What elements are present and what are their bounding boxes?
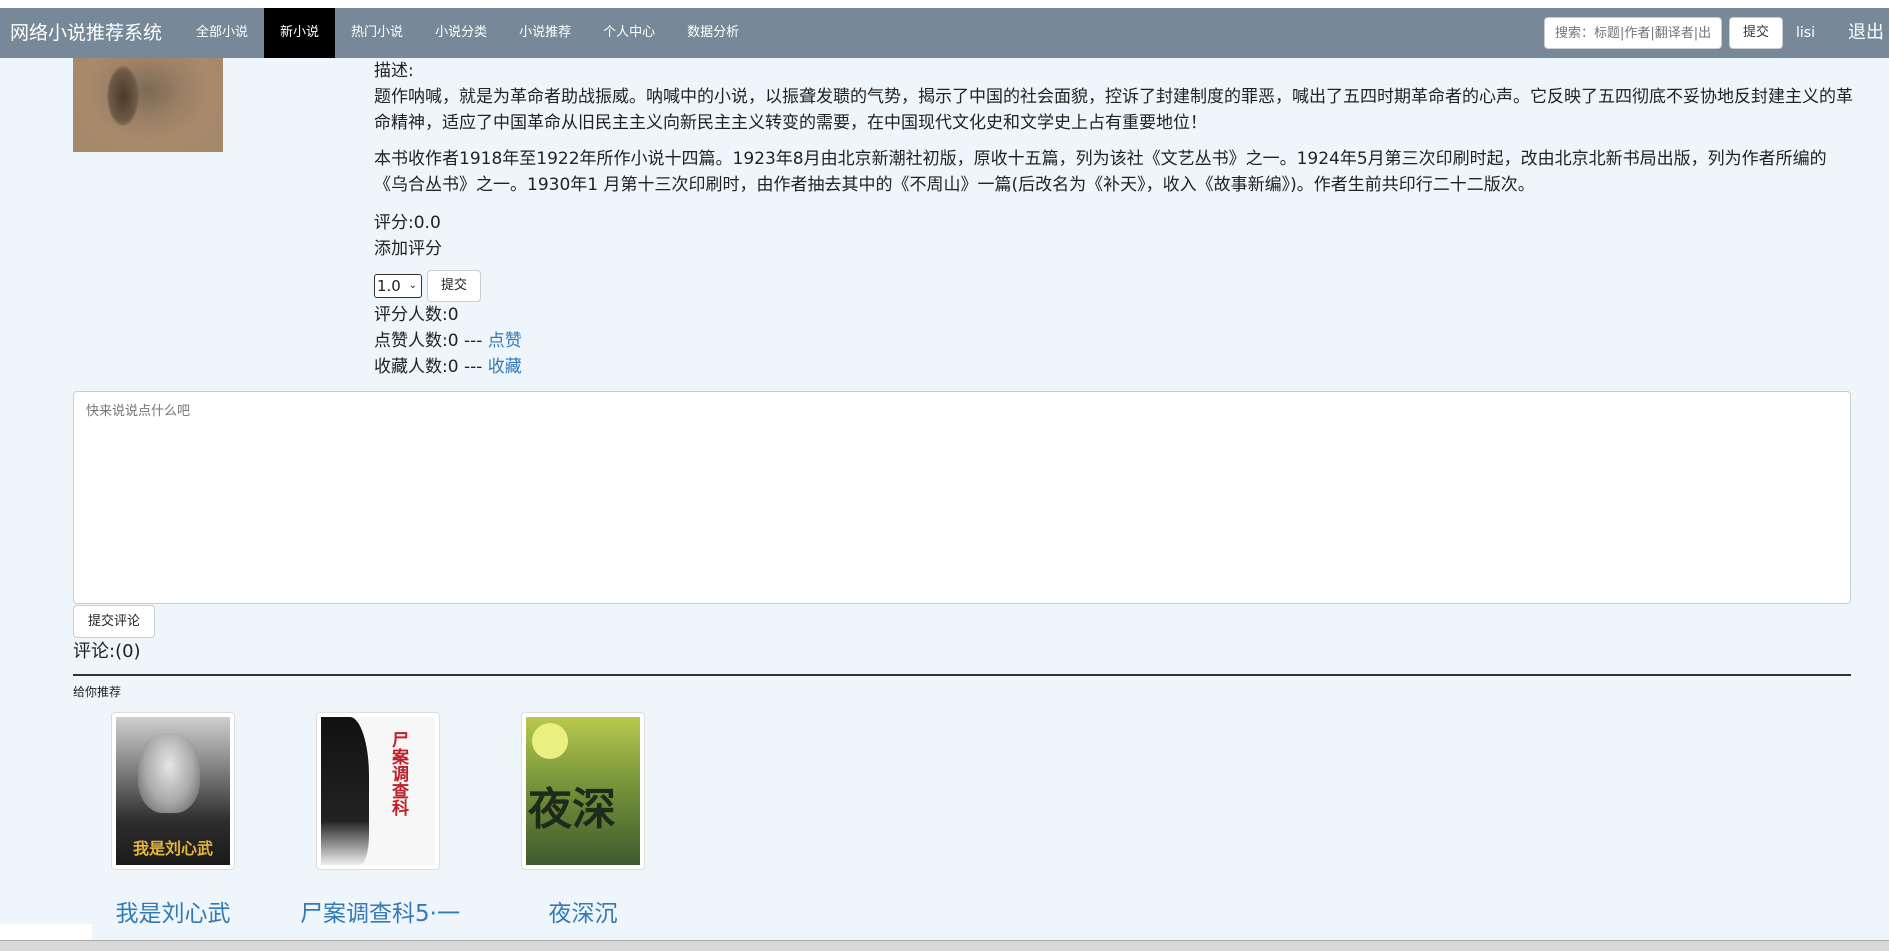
rating-select-value: 1.0 <box>377 277 401 295</box>
nav-menu: 全部小说 新小说 热门小说 小说分类 小说推荐 个人中心 数据分析 <box>180 8 755 58</box>
os-taskbar <box>0 940 1889 951</box>
comments-count: 评论:(0) <box>73 641 141 662</box>
book-title-link[interactable]: 尸案调查科5·一 <box>300 894 460 928</box>
recommended-book-1[interactable]: 我是刘心武 我是刘心武 <box>111 712 235 928</box>
rating-form: 1.0 ⌄ 提交 <box>374 270 1854 302</box>
cover-caption: 夜深 <box>528 784 616 835</box>
comment-textarea-wrapper <box>73 391 1851 604</box>
book-cover-image <box>73 58 223 152</box>
chevron-down-icon: ⌄ <box>408 280 417 291</box>
favorite-link[interactable]: 收藏 <box>488 357 522 377</box>
likes-count: 点赞人数:0 --- <box>374 331 488 351</box>
book-thumbnail[interactable]: 我是刘心武 <box>111 712 235 870</box>
search-input-wrapper <box>1544 17 1722 49</box>
description-label: 描述: <box>374 61 414 81</box>
portrait-artwork <box>138 733 200 813</box>
search-input[interactable] <box>1555 18 1711 48</box>
favorites-row: 收藏人数:0 --- 收藏 <box>374 354 1854 380</box>
rating-score: 评分:0.0 <box>374 213 441 233</box>
moon-artwork <box>532 723 568 759</box>
book-cover-image: 尸案调查科 <box>321 717 435 865</box>
nav-item-analytics[interactable]: 数据分析 <box>671 8 755 58</box>
recommend-title: 给你推荐 <box>73 685 122 699</box>
favorites-count: 收藏人数:0 --- <box>374 357 488 377</box>
taskbar-fragment <box>0 924 92 940</box>
nav-item-hot-novels[interactable]: 热门小说 <box>335 8 419 58</box>
rating-submit-button[interactable]: 提交 <box>427 270 481 302</box>
like-link[interactable]: 点赞 <box>488 331 522 351</box>
top-navbar: 网络小说推荐系统 全部小说 新小说 热门小说 小说分类 小说推荐 个人中心 数据… <box>0 8 1889 58</box>
book-title-link[interactable]: 夜深沉 <box>521 894 645 928</box>
nav-item-categories[interactable]: 小说分类 <box>419 8 503 58</box>
recommended-book-3[interactable]: 夜深 夜深沉 <box>521 712 645 928</box>
cover-artwork <box>107 66 139 126</box>
book-thumbnail[interactable]: 尸案调查科 <box>316 712 440 870</box>
comment-textarea[interactable] <box>74 392 1850 603</box>
likes-row: 点赞人数:0 --- 点赞 <box>374 328 1854 354</box>
add-rating-label: 添加评分 <box>374 239 442 259</box>
silhouette-artwork <box>321 717 369 865</box>
brand-title[interactable]: 网络小说推荐系统 <box>0 8 172 58</box>
rating-count: 评分人数:0 <box>374 305 459 325</box>
username-link[interactable]: lisi <box>1796 8 1815 58</box>
logout-link[interactable]: 退出 <box>1848 8 1884 58</box>
section-divider <box>73 674 1851 676</box>
book-thumbnail[interactable]: 夜深 <box>521 712 645 870</box>
nav-item-recommend[interactable]: 小说推荐 <box>503 8 587 58</box>
nav-item-profile[interactable]: 个人中心 <box>587 8 671 58</box>
book-cover-image: 我是刘心武 <box>116 717 230 865</box>
description-paragraph-2: 本书收作者1918年至1922年所作小说十四篇。1923年8月由北京新潮社初版，… <box>374 149 1827 195</box>
nav-item-new-novels[interactable]: 新小说 <box>264 8 336 58</box>
search-submit-button[interactable]: 提交 <box>1729 17 1783 49</box>
submit-comment-button[interactable]: 提交评论 <box>73 605 155 638</box>
book-info: 描述: 题作呐喊，就是为革命者助战振威。呐喊中的小说，以振聋发聩的气势，揭示了中… <box>374 58 1854 380</box>
rating-select[interactable]: 1.0 ⌄ <box>374 274 422 298</box>
window-top-strip <box>0 0 1889 8</box>
cover-caption: 我是刘心武 <box>132 839 213 858</box>
book-title-link[interactable]: 我是刘心武 <box>111 894 235 928</box>
book-cover-image: 夜深 <box>526 717 640 865</box>
recommended-book-2[interactable]: 尸案调查科 尸案调查科5·一 <box>300 712 460 928</box>
nav-item-all-novels[interactable]: 全部小说 <box>180 8 264 58</box>
cover-caption: 尸案调查科 <box>388 731 408 816</box>
description-paragraph-1: 题作呐喊，就是为革命者助战振威。呐喊中的小说，以振聋发聩的气势，揭示了中国的社会… <box>374 87 1853 133</box>
